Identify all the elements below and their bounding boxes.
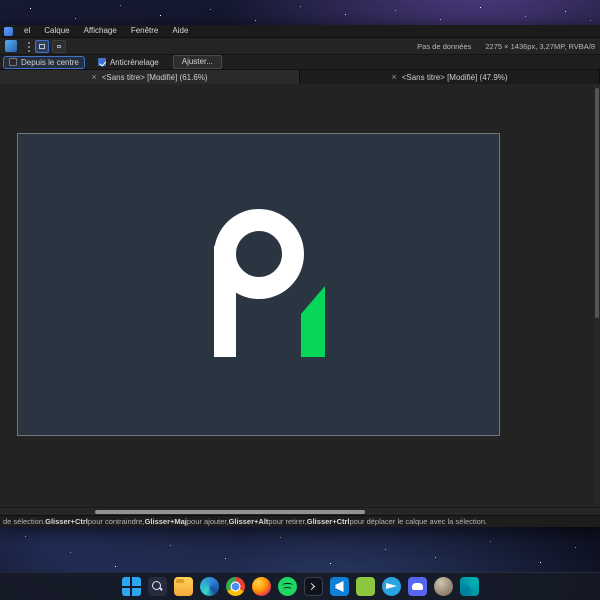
krita-icon[interactable] xyxy=(459,577,479,596)
move-tool-icon[interactable] xyxy=(52,39,66,53)
status-hint: pour contraindre, xyxy=(87,517,145,526)
close-icon[interactable]: × xyxy=(391,71,396,83)
antialias-label: Anticrénelage xyxy=(109,57,159,67)
status-shortcut: Glisser+Alt xyxy=(228,517,269,526)
app-tool-icon[interactable] xyxy=(5,40,17,52)
antialias-option[interactable]: Anticrénelage xyxy=(93,57,164,68)
taskbar xyxy=(0,572,600,600)
menu-item-0[interactable]: el xyxy=(18,25,36,37)
menu-item-aide[interactable]: Aide xyxy=(166,25,194,37)
spotify-icon[interactable] xyxy=(277,577,297,596)
vertical-scrollbar-thumb[interactable] xyxy=(595,88,599,318)
app-icon xyxy=(4,26,13,36)
horizontal-scrollbar[interactable] xyxy=(0,507,600,515)
overflow-dots-icon[interactable] xyxy=(27,41,30,52)
status-shortcut: Glisser+Ctrl xyxy=(45,517,88,526)
document-tab-bar: × <Sans titre> [Modifié] (61.6%) × <Sans… xyxy=(0,70,600,84)
document-tab-1[interactable]: × <Sans titre> [Modifié] (61.6%) xyxy=(0,70,300,84)
edge-browser-icon[interactable] xyxy=(199,577,219,596)
memory-status: Pas de données xyxy=(417,41,472,51)
document-info: 2275 × 1436px, 3,27MP, RVBA/8 xyxy=(485,41,595,51)
start-button-icon[interactable] xyxy=(121,577,141,596)
status-bar: de sélection. Glisser+Ctrl pour contrain… xyxy=(0,515,600,527)
canvas-area[interactable] xyxy=(0,84,600,507)
tool-options-bar: Depuis le centre Anticrénelage Ajuster..… xyxy=(0,55,600,70)
search-icon[interactable] xyxy=(147,577,167,596)
rect-select-icon[interactable] xyxy=(35,39,49,53)
menu-item-affichage[interactable]: Affichage xyxy=(78,25,123,37)
tool-bar: Pas de données 2275 × 1436px, 3,27MP, RV… xyxy=(0,38,600,55)
desktop-wallpaper: el Calque Affichage Fenêtre Aide Pas de … xyxy=(0,0,600,600)
tab-label: <Sans titre> [Modifié] (61.6%) xyxy=(101,72,208,82)
status-shortcut: Glisser+Maj xyxy=(144,517,187,526)
vertical-scrollbar[interactable] xyxy=(594,84,600,507)
status-hint: pour déplacer le calque avec la sélectio… xyxy=(349,517,488,526)
logo-artwork xyxy=(214,209,325,357)
from-center-label: Depuis le centre xyxy=(21,57,79,67)
firefox-browser-icon[interactable] xyxy=(251,577,271,596)
file-explorer-icon[interactable] xyxy=(173,577,193,596)
discord-icon[interactable] xyxy=(407,577,427,596)
telegram-icon[interactable] xyxy=(381,577,401,596)
menu-bar: el Calque Affichage Fenêtre Aide xyxy=(0,25,600,38)
tab-label: <Sans titre> [Modifié] (47.9%) xyxy=(401,72,508,82)
status-hint: pour retirer, xyxy=(268,517,307,526)
notepad-icon[interactable] xyxy=(355,577,375,596)
status-hint: pour ajouter, xyxy=(186,517,229,526)
menu-item-calque[interactable]: Calque xyxy=(38,25,75,37)
from-center-checkbox[interactable] xyxy=(9,58,17,66)
chrome-browser-icon[interactable] xyxy=(225,577,245,596)
canvas-image[interactable] xyxy=(17,133,500,436)
status-shortcut: Glisser+Ctrl xyxy=(306,517,350,526)
adjust-button[interactable]: Ajuster... xyxy=(172,55,222,69)
gimp-icon[interactable] xyxy=(433,577,453,596)
close-icon[interactable]: × xyxy=(91,71,96,83)
vscode-icon[interactable] xyxy=(329,577,349,596)
status-hint: de sélection. xyxy=(3,517,46,526)
image-editor-window: el Calque Affichage Fenêtre Aide Pas de … xyxy=(0,25,600,527)
horizontal-scrollbar-thumb[interactable] xyxy=(95,510,365,514)
document-tab-2[interactable]: × <Sans titre> [Modifié] (47.9%) xyxy=(300,70,600,84)
terminal-icon[interactable] xyxy=(303,577,323,596)
menu-item-fenetre[interactable]: Fenêtre xyxy=(125,25,165,37)
toolbar-info: Pas de données 2275 × 1436px, 3,27MP, RV… xyxy=(417,42,595,51)
from-center-option[interactable]: Depuis le centre xyxy=(3,55,85,69)
antialias-checkbox[interactable] xyxy=(97,58,106,66)
